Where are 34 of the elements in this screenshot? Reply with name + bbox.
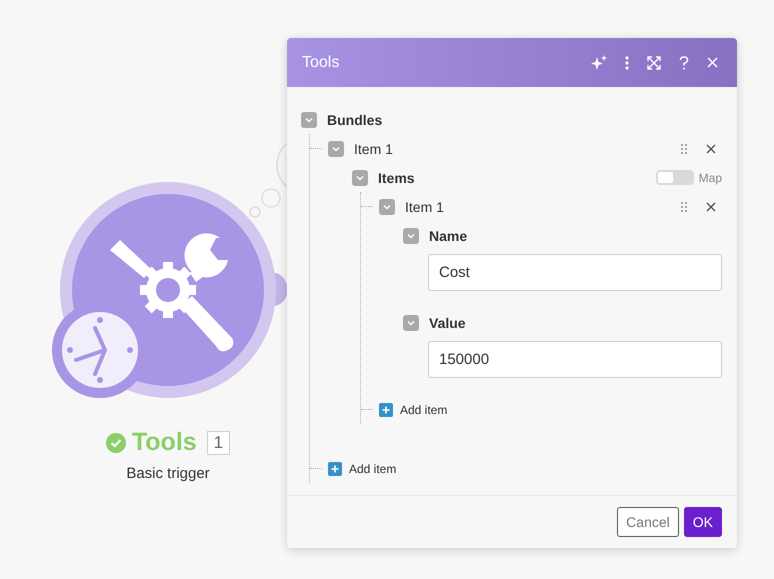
text-input[interactable]: Cost [428,254,722,291]
collapse-toggle[interactable] [403,228,419,244]
more-options-icon[interactable] [625,56,629,70]
item-label: Item 1 [354,140,393,156]
cancel-button[interactable]: Cancel [617,507,679,537]
toggle-label: Map [698,170,722,184]
sparkle-icon[interactable] [591,54,607,70]
module-subtitle: Basic trigger [126,465,210,482]
field-label: Name [429,228,468,244]
expand-icon[interactable] [647,56,661,70]
text-input[interactable]: 150000 [428,341,722,378]
drag-handle-icon[interactable] [680,200,688,212]
collapse-toggle[interactable] [328,140,344,156]
collapse-toggle[interactable] [403,314,419,330]
close-icon[interactable] [706,144,716,154]
plus-icon [328,462,342,476]
field-label: Items [378,170,415,186]
add-item-button[interactable]: Add item [379,402,448,416]
bundles-label: Bundles [327,112,382,128]
map-toggle[interactable] [656,170,694,185]
ok-button[interactable]: OK [684,507,722,537]
help-icon[interactable] [679,56,689,70]
field-label: Value [429,314,466,330]
collapse-toggle[interactable] [352,170,368,186]
operation-count: 1 [206,430,230,454]
dialog-title: Tools [302,54,340,72]
plus-icon [379,402,393,416]
collapse-toggle[interactable] [301,112,317,128]
add-item-button[interactable]: Add item [328,462,396,476]
collapse-toggle[interactable] [379,198,395,214]
item-label: Item 1 [405,198,444,214]
close-icon[interactable] [706,202,716,212]
drag-handle-icon[interactable] [680,142,688,154]
module-name: Tools [132,428,197,457]
